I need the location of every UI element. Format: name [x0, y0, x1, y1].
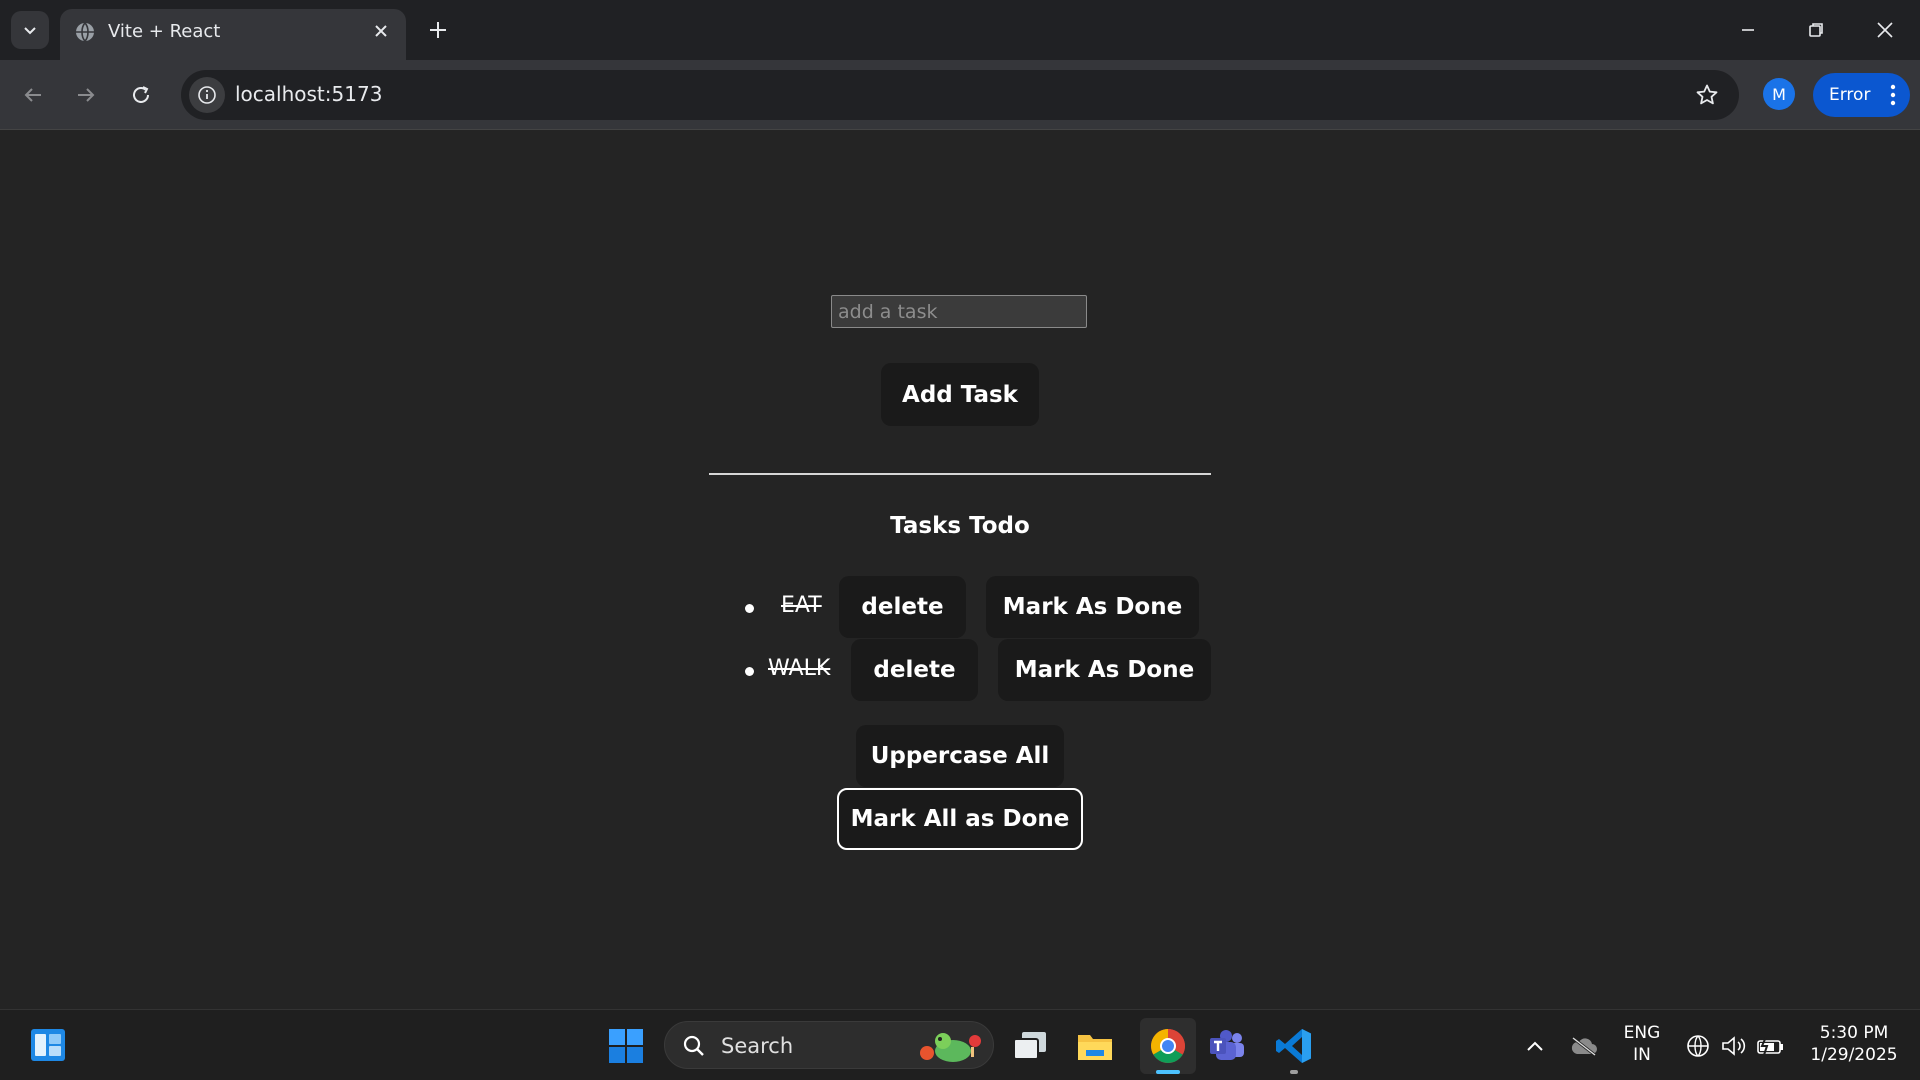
mark-done-button[interactable]: Mark As Done: [998, 639, 1211, 701]
chrome-taskbar-button[interactable]: [1140, 1018, 1196, 1074]
windows-logo-icon: [609, 1029, 643, 1063]
vscode-icon: [1276, 1029, 1311, 1063]
site-info-button[interactable]: [189, 77, 225, 113]
page-content: Add Task Tasks Todo EAT delete Mark As D…: [0, 131, 1920, 1009]
active-app-indicator: [1156, 1070, 1180, 1074]
globe-network-icon: [1687, 1035, 1709, 1057]
taskbar: Search ENG IN 5:30 PM 1/29/2025: [0, 1009, 1920, 1080]
tab-title: Vite + React: [108, 21, 221, 42]
speaker-icon: [1722, 1036, 1746, 1056]
forward-button[interactable]: [67, 76, 105, 114]
language-code: ENG: [1623, 1023, 1661, 1043]
tab-search-button[interactable]: [11, 11, 49, 49]
folder-icon: [1078, 1035, 1112, 1060]
url-text: localhost:5173: [235, 82, 383, 106]
profile-avatar[interactable]: M: [1763, 78, 1795, 110]
task-text: EAT: [781, 593, 822, 618]
teams-button[interactable]: [1205, 1024, 1249, 1068]
chrome-icon: [1151, 1029, 1185, 1063]
list-bullet: [745, 667, 754, 676]
start-button[interactable]: [604, 1024, 648, 1068]
back-button[interactable]: [14, 76, 52, 114]
divider: [709, 473, 1211, 475]
task-view-button[interactable]: [1008, 1024, 1052, 1068]
uppercase-all-button[interactable]: Uppercase All: [856, 725, 1064, 787]
widgets-button[interactable]: [26, 1023, 70, 1067]
clock-time: 5:30 PM: [1819, 1023, 1889, 1043]
browser-toolbar: localhost:5173 M Error: [0, 60, 1920, 130]
chevron-down-icon: [24, 27, 36, 35]
mark-all-done-button[interactable]: Mark All as Done: [837, 788, 1083, 850]
search-icon: [683, 1035, 704, 1056]
error-label: Error: [1829, 85, 1871, 105]
arrow-right-icon: [78, 88, 95, 102]
task-input[interactable]: [831, 295, 1087, 328]
clock-date: 1/29/2025: [1810, 1045, 1898, 1065]
add-task-button[interactable]: Add Task: [881, 363, 1039, 426]
list-bullet: [745, 604, 754, 613]
error-menu-button[interactable]: Error: [1813, 73, 1910, 117]
clock[interactable]: 5:30 PM 1/29/2025: [1798, 1022, 1910, 1066]
address-bar[interactable]: localhost:5173: [181, 70, 1739, 120]
reload-icon: [133, 86, 149, 103]
task-text: WALK: [768, 656, 831, 681]
taskbar-search-label: Search: [721, 1034, 794, 1058]
new-tab-button[interactable]: [422, 14, 454, 46]
file-explorer-button[interactable]: [1073, 1024, 1117, 1068]
widgets-icon: [31, 1029, 65, 1061]
bookmark-button[interactable]: [1693, 81, 1721, 109]
battery-charging-icon: [1757, 1036, 1783, 1056]
network-button[interactable]: [1680, 1024, 1716, 1068]
close-icon: [1877, 22, 1893, 38]
taskbar-search[interactable]: Search: [664, 1021, 994, 1069]
mark-done-button[interactable]: Mark As Done: [986, 576, 1199, 638]
tasks-heading: Tasks Todo: [890, 513, 1030, 539]
tab-close-button[interactable]: [368, 18, 394, 44]
info-icon: [198, 86, 216, 104]
globe-icon: [76, 22, 94, 42]
reload-button[interactable]: [122, 76, 160, 114]
restore-icon: [1809, 23, 1823, 37]
browser-tab-strip: Vite + React: [0, 0, 1920, 60]
battery-button[interactable]: [1752, 1024, 1788, 1068]
star-icon: [1696, 84, 1718, 105]
plus-icon: [430, 22, 446, 38]
task-view-icon: [1013, 1032, 1046, 1060]
open-app-indicator: [1290, 1070, 1298, 1074]
chevron-up-icon: [1527, 1041, 1543, 1051]
teams-icon: [1210, 1030, 1244, 1060]
more-vert-icon: [1890, 84, 1896, 106]
search-highlight-icon: [920, 1033, 981, 1062]
delete-task-button[interactable]: delete: [839, 576, 966, 638]
language-region: IN: [1633, 1045, 1651, 1065]
onedrive-button[interactable]: [1564, 1024, 1604, 1068]
language-indicator[interactable]: ENG IN: [1614, 1022, 1670, 1066]
cloud-offline-icon: [1571, 1036, 1597, 1056]
vscode-button[interactable]: [1272, 1024, 1316, 1074]
delete-task-button[interactable]: delete: [851, 639, 978, 701]
show-hidden-icons-button[interactable]: [1515, 1024, 1555, 1068]
minimize-button[interactable]: [1728, 10, 1768, 50]
arrow-left-icon: [24, 88, 41, 102]
volume-button[interactable]: [1716, 1024, 1752, 1068]
close-icon: [375, 25, 387, 37]
restore-button[interactable]: [1796, 10, 1836, 50]
browser-tab[interactable]: Vite + React: [60, 9, 406, 60]
window-close-button[interactable]: [1865, 10, 1905, 50]
minimize-icon: [1742, 29, 1754, 31]
